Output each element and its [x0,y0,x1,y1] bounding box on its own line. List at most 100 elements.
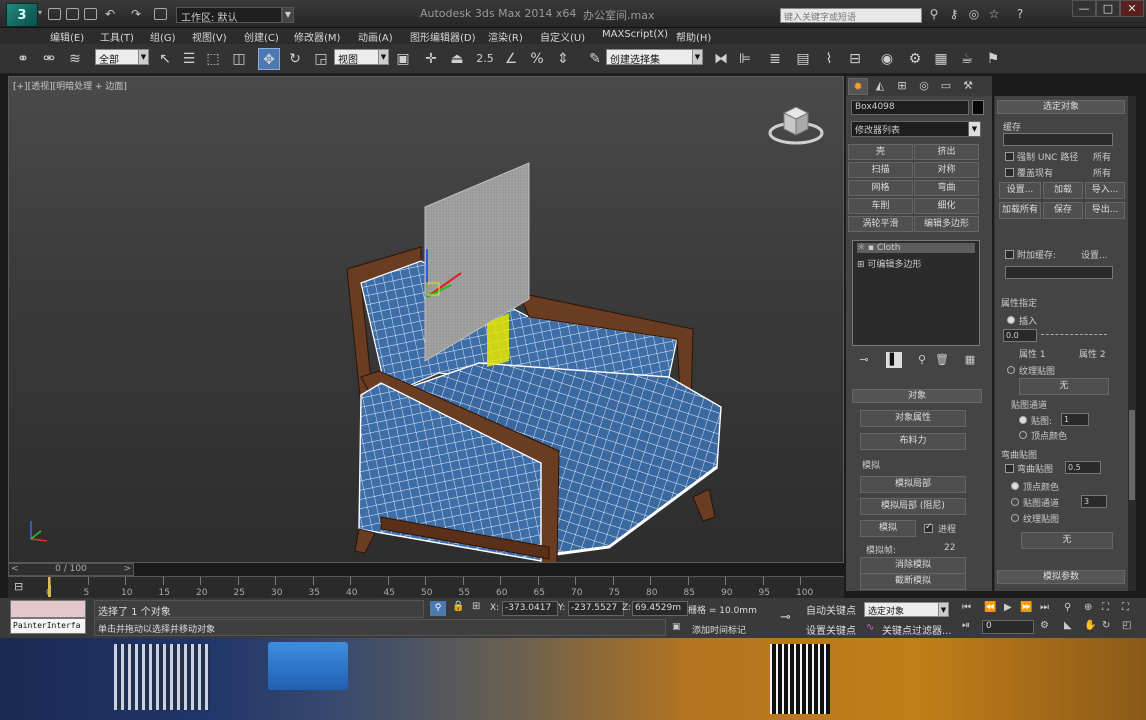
display-tab-icon[interactable]: ▭ [936,78,956,95]
time-config-icon[interactable]: ⚙ [1040,620,1049,631]
utilities-tab-icon[interactable]: ⚒ [958,78,978,95]
simulate-button[interactable]: 模拟 [860,520,916,537]
modifier-list-dropdown[interactable]: 修改器列表 [851,121,976,137]
current-frame-input[interactable]: 0 [982,620,1034,634]
object-rollout-header[interactable]: 对象 [852,389,982,403]
expand-plus-icon[interactable]: ⊞ [857,260,867,270]
keyboard-shortcut-icon[interactable]: ⏏ [446,48,468,70]
simulate-local-damped-button[interactable]: 模拟局部 (阻尼) [860,498,966,515]
rect-selection-region-icon[interactable]: ⬚ [202,48,224,70]
time-slider-prev-icon[interactable]: < [11,564,19,575]
help-icon[interactable]: ? [1012,6,1028,22]
selection-lock-icon[interactable]: 🔒 [452,601,464,612]
next-frame-icon[interactable]: ⏩ [1020,602,1032,613]
select-and-move-icon[interactable]: ✥ [258,48,280,70]
app-logo-button[interactable]: 3 [6,3,38,27]
make-unique-icon[interactable]: ⚲ [914,352,930,368]
remove-modifier-icon[interactable]: 🗑 [934,352,950,368]
maxscript-listener-top[interactable] [10,600,86,618]
menu-views[interactable]: 视图(V) [192,29,227,44]
map-channel-radio[interactable] [1019,416,1027,424]
menu-animation[interactable]: 动画(A) [358,29,393,44]
named-selection-arrow-icon[interactable]: ▼ [692,49,703,65]
configure-modifier-sets-icon[interactable]: ▦ [962,352,978,368]
open-file-icon[interactable] [66,8,79,20]
menu-rendering[interactable]: 渲染(R) [488,29,523,44]
spinner-snap-icon[interactable]: ⇕ [552,48,574,70]
manipulate-icon[interactable]: ✛ [420,48,442,70]
selection-filter-arrow-icon[interactable]: ▼ [138,49,149,65]
orbit-icon[interactable]: ↻ [1102,620,1110,631]
modifier-symmetry-button[interactable]: 对称 [914,162,979,178]
sim-params-rollout-header[interactable]: 模拟参数 [997,570,1125,584]
isolate-selection-icon[interactable]: ⚲ [430,601,446,616]
align-icon[interactable]: ⊫ [734,48,756,70]
modifier-turbosmooth-button[interactable]: 涡轮平滑 [848,216,913,232]
graphite-ribbon-icon[interactable]: ▤ [792,48,814,70]
insert-radio[interactable] [1007,316,1015,324]
cloth-forces-button[interactable]: 布料力 [860,433,966,450]
workspace-dropdown[interactable]: 工作区: 默认 [176,7,282,24]
subscription-icon[interactable]: ◎ [966,6,982,22]
set-key-button[interactable]: 设置关键点 [806,622,856,637]
key-filters-button[interactable]: 关键点过滤器... [882,622,952,637]
rendered-frame-window-icon[interactable]: ▦ [930,48,952,70]
select-by-name-icon[interactable]: ☰ [178,48,200,70]
window-minimize-button[interactable]: — [1072,0,1096,17]
window-crossing-icon[interactable]: ◫ [228,48,250,70]
material-editor-icon[interactable]: ◉ [876,48,898,70]
bend-map-channel-radio[interactable] [1011,498,1019,506]
visibility-bulb-icon[interactable]: ☼ ▪ [857,243,877,253]
taskbar-thumbnail-3[interactable] [770,644,830,714]
key-mode-icon[interactable]: ⏯ [962,620,970,631]
project-folder-icon[interactable] [154,8,167,20]
panel-scrollbar[interactable] [1128,96,1136,591]
percent-snap-icon[interactable]: % [526,48,548,70]
time-slider[interactable]: < 0 / 100 > [8,563,134,576]
menu-group[interactable]: 组(G) [150,29,176,44]
named-selection-dropdown[interactable]: 创建选择集 [606,49,694,66]
cache-import-button[interactable]: 导入... [1085,182,1125,199]
reference-coord-arrow-icon[interactable]: ▼ [378,49,389,65]
selected-object-rollout-header[interactable]: 选定对象 [997,100,1125,114]
maxscript-listener-input[interactable]: PainterInterfa [10,618,86,634]
pivot-center-icon[interactable]: ▣ [392,48,414,70]
viewcube-widget[interactable] [767,99,825,147]
goto-start-icon[interactable]: ⏮ [962,602,971,613]
bend-map-channel-spinner[interactable]: 3 [1081,495,1107,508]
auto-key-button[interactable]: 自动关键点 [806,602,856,617]
insert-value-input[interactable]: 0.0 [1003,329,1037,342]
progress-checkbox[interactable] [924,522,933,533]
bind-spacewarp-icon[interactable]: ≋ [64,48,86,70]
force-unc-all-button[interactable]: 所有 [1093,150,1111,163]
absolute-mode-icon[interactable]: ⊞ [472,601,480,612]
menu-create[interactable]: 创建(C) [244,29,279,44]
window-close-button[interactable]: ✕ [1120,0,1144,17]
render-setup-icon[interactable]: ⚙ [904,48,926,70]
z-coord-input[interactable]: 69.4529m [632,601,688,616]
redo-icon[interactable]: ↷ [128,6,144,22]
motion-tab-icon[interactable]: ◎ [914,78,934,95]
menu-tools[interactable]: 工具(T) [100,29,134,44]
overwrite-checkbox[interactable] [1005,168,1014,177]
append-cache-checkbox[interactable] [1005,250,1014,259]
truncate-simulation-button[interactable]: 截断模拟 [860,573,966,590]
field-of-view-icon[interactable]: ◣ [1064,620,1072,631]
texture-map-radio[interactable] [1007,366,1015,374]
mirror-icon[interactable]: ⧓ [710,48,732,70]
reference-coord-dropdown[interactable]: 视图 [334,49,380,66]
timeline-track[interactable]: ⊟ 0 5 10 15 20 25 30 35 40 45 50 55 60 65 70 75 80 85 90 95… [8,576,844,598]
window-maximize-button[interactable]: □ [1096,0,1120,17]
hierarchy-tab-icon[interactable]: ⊞ [892,78,912,95]
menu-graph-editors[interactable]: 图形编辑器(D) [410,29,476,44]
previous-frame-icon[interactable]: ⏪ [984,602,996,613]
schematic-view-icon[interactable]: ⊟ [844,48,866,70]
zoom-extents-icon[interactable]: ⛶ [1102,602,1109,613]
menu-maxscript[interactable]: MAXScript(X) [602,29,668,40]
maximize-viewport-icon[interactable]: ◰ [1122,620,1131,631]
link-icon[interactable]: ⚭ [12,48,34,70]
append-cache-path-input[interactable] [1005,266,1113,279]
object-color-swatch[interactable] [972,100,984,115]
menu-customize[interactable]: 自定义(U) [540,29,585,44]
texture-map-none-button[interactable]: 无 [1019,378,1109,395]
